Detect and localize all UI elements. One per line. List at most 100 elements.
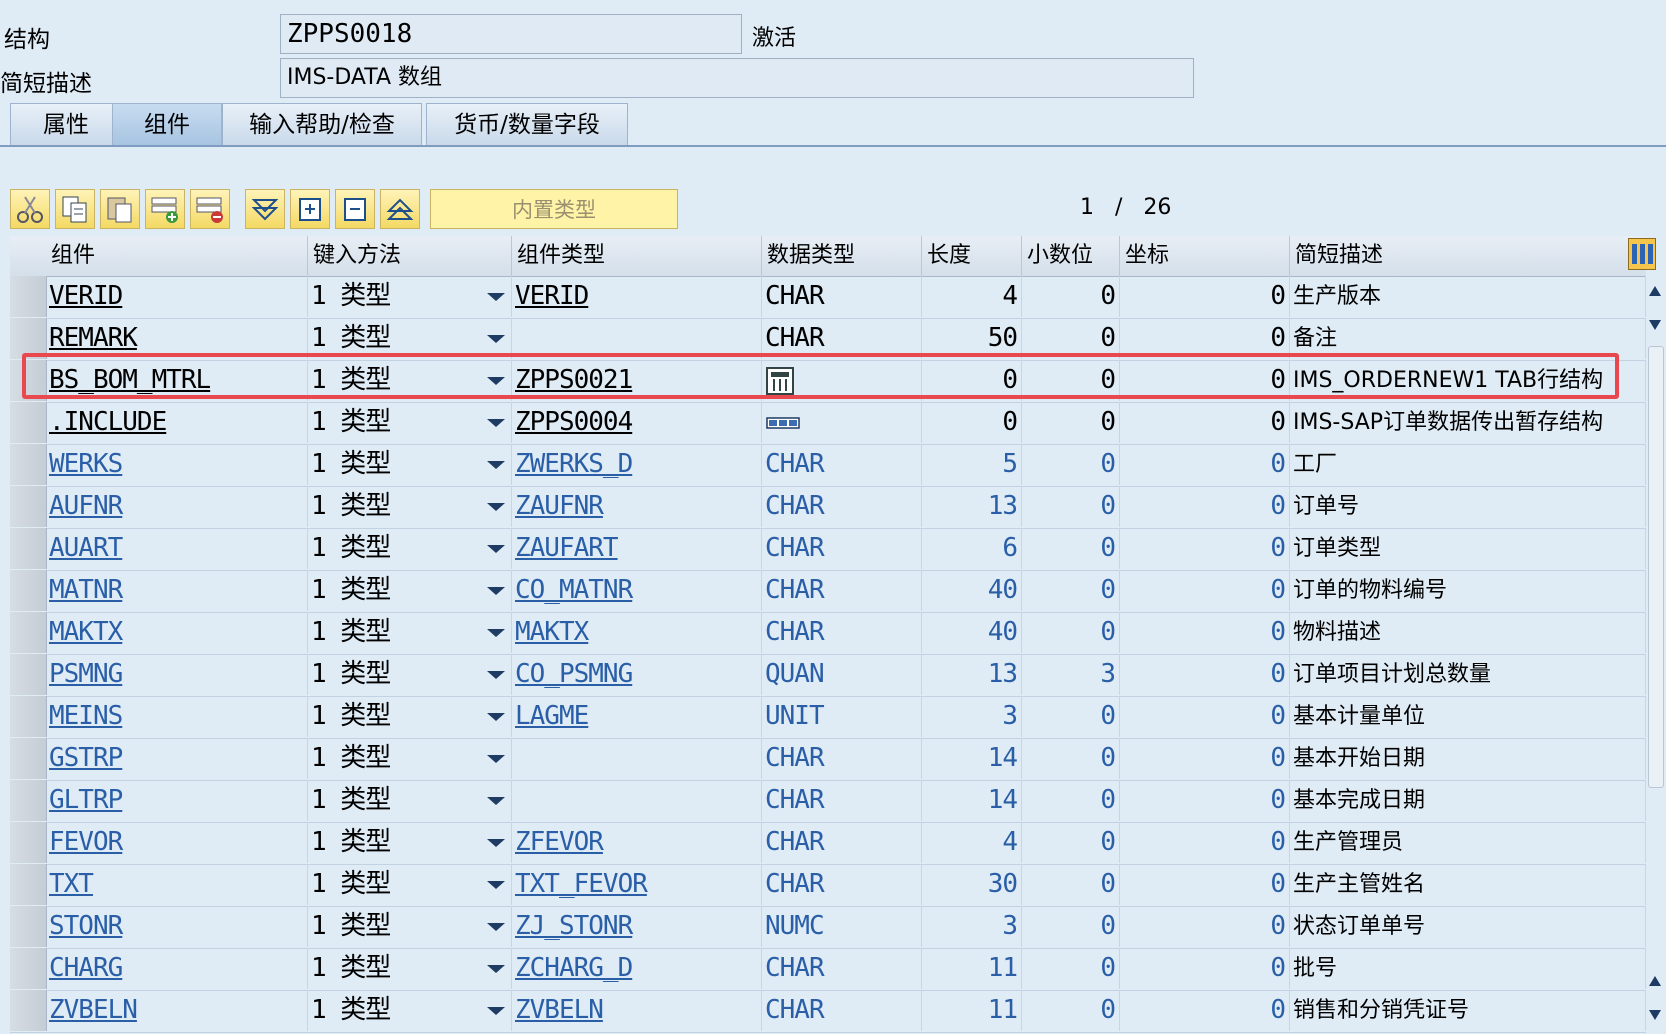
typing-method-dropdown[interactable]: 1 类型 xyxy=(308,822,512,863)
table-row[interactable]: ZVBELN 1 类型 ZVBELN CHAR 11 0 0 销售和分销凭证号 xyxy=(10,990,1646,1033)
typing-method-dropdown[interactable]: 1 类型 xyxy=(308,486,512,527)
chevron-down-icon[interactable] xyxy=(487,629,505,637)
component-type-cell[interactable]: ZVBELN xyxy=(512,990,762,1031)
cut-button[interactable] xyxy=(10,189,50,229)
chevron-down-icon[interactable] xyxy=(487,923,505,931)
chevron-down-icon[interactable] xyxy=(487,839,505,847)
table-row[interactable]: STONR 1 类型 ZJ_STONR NUMC 3 0 0 状态订单单号 xyxy=(10,906,1646,949)
component-type-cell[interactable]: VERID xyxy=(512,276,762,317)
decimals-cell[interactable]: 0 xyxy=(1022,990,1120,1031)
chevron-down-icon[interactable] xyxy=(487,755,505,763)
column-header-decimals[interactable]: 小数位 xyxy=(1022,236,1120,276)
chevron-down-icon[interactable] xyxy=(487,587,505,595)
tab-input-help[interactable]: 输入帮助/检查 xyxy=(222,103,422,145)
component-name-cell[interactable]: TXT xyxy=(46,864,308,905)
column-settings-icon[interactable] xyxy=(1628,238,1656,270)
table-row[interactable]: WERKS 1 类型 ZWERKS_D CHAR 5 0 0 工厂 xyxy=(10,444,1646,487)
table-row[interactable]: GLTRP 1 类型 CHAR 14 0 0 基本完成日期 xyxy=(10,780,1646,823)
component-name-cell[interactable]: PSMNG xyxy=(46,654,308,695)
tab-components[interactable]: 组件 xyxy=(112,103,222,145)
table-row[interactable]: MAKTX 1 类型 MAKTX CHAR 40 0 0 物料描述 xyxy=(10,612,1646,655)
component-name-cell[interactable]: AUFNR xyxy=(46,486,308,527)
component-type-cell[interactable]: TXT_FEVOR xyxy=(512,864,762,905)
decimals-cell[interactable]: 0 xyxy=(1022,696,1120,737)
scroll-page-up-icon[interactable] xyxy=(1649,976,1661,986)
length-cell[interactable]: 13 xyxy=(922,654,1022,695)
component-type-cell[interactable]: CO_MATNR xyxy=(512,570,762,611)
row-selector[interactable] xyxy=(10,528,47,569)
length-cell[interactable]: 11 xyxy=(922,948,1022,989)
component-name-cell[interactable]: CHARG xyxy=(46,948,308,989)
length-cell[interactable]: 30 xyxy=(922,864,1022,905)
typing-method-dropdown[interactable]: 1 类型 xyxy=(308,570,512,611)
decimals-cell[interactable]: 3 xyxy=(1022,654,1120,695)
chevron-down-icon[interactable] xyxy=(487,671,505,679)
chevron-down-icon[interactable] xyxy=(487,503,505,511)
row-selector[interactable] xyxy=(10,402,47,443)
column-header-coordinate[interactable]: 坐标 xyxy=(1120,236,1290,276)
component-name-cell[interactable]: STONR xyxy=(46,906,308,947)
length-cell[interactable]: 4 xyxy=(922,276,1022,317)
row-selector[interactable] xyxy=(10,822,47,863)
chevron-down-icon[interactable] xyxy=(487,965,505,973)
length-cell[interactable]: 3 xyxy=(922,696,1022,737)
typing-method-dropdown[interactable]: 1 类型 xyxy=(308,906,512,947)
row-selector[interactable] xyxy=(10,276,47,317)
component-type-cell[interactable] xyxy=(512,738,762,779)
scroll-down-icon[interactable] xyxy=(1649,320,1661,330)
row-selector[interactable] xyxy=(10,990,47,1031)
delete-row-button[interactable] xyxy=(190,189,230,229)
decimals-cell[interactable]: 0 xyxy=(1022,864,1120,905)
column-header-data-type[interactable]: 数据类型 xyxy=(762,236,922,276)
length-cell[interactable]: 4 xyxy=(922,822,1022,863)
decimals-cell[interactable]: 0 xyxy=(1022,738,1120,779)
length-cell[interactable]: 6 xyxy=(922,528,1022,569)
column-header-short-desc[interactable]: 简短描述 xyxy=(1290,236,1646,276)
component-type-cell[interactable] xyxy=(512,780,762,821)
row-selector[interactable] xyxy=(10,444,47,485)
table-row[interactable]: AUART 1 类型 ZAUFART CHAR 6 0 0 订单类型 xyxy=(10,528,1646,571)
typing-method-dropdown[interactable]: 1 类型 xyxy=(308,948,512,989)
chevron-down-icon[interactable] xyxy=(487,1007,505,1015)
typing-method-dropdown[interactable]: 1 类型 xyxy=(308,276,512,317)
decimals-cell[interactable]: 0 xyxy=(1022,822,1120,863)
length-cell[interactable]: 14 xyxy=(922,738,1022,779)
typing-method-dropdown[interactable]: 1 类型 xyxy=(308,612,512,653)
component-name-cell[interactable]: ZVBELN xyxy=(46,990,308,1031)
component-type-cell[interactable]: MAKTX xyxy=(512,612,762,653)
decimals-cell[interactable]: 0 xyxy=(1022,948,1120,989)
component-name-cell[interactable]: GLTRP xyxy=(46,780,308,821)
length-cell[interactable]: 5 xyxy=(922,444,1022,485)
vertical-scrollbar[interactable] xyxy=(1646,276,1664,1034)
component-name-cell[interactable]: FEVOR xyxy=(46,822,308,863)
collapse-button[interactable] xyxy=(335,189,375,229)
short-desc-field[interactable]: IMS-DATA 数组 xyxy=(280,58,1194,98)
chevron-down-icon[interactable] xyxy=(487,335,505,343)
row-selector[interactable] xyxy=(10,906,47,947)
length-cell[interactable]: 14 xyxy=(922,780,1022,821)
table-row[interactable]: TXT 1 类型 TXT_FEVOR CHAR 30 0 0 生产主管姓名 xyxy=(10,864,1646,907)
insert-row-button[interactable] xyxy=(145,189,185,229)
row-selector[interactable] xyxy=(10,696,47,737)
column-header-component-type[interactable]: 组件类型 xyxy=(512,236,762,276)
component-type-cell[interactable]: ZCHARG_D xyxy=(512,948,762,989)
row-selector[interactable] xyxy=(10,612,47,653)
scroll-page-down-icon[interactable] xyxy=(1649,1010,1661,1020)
table-row[interactable]: VERID 1 类型 VERID CHAR 4 0 0 生产版本 xyxy=(10,276,1646,319)
decimals-cell[interactable]: 0 xyxy=(1022,780,1120,821)
component-name-cell[interactable]: GSTRP xyxy=(46,738,308,779)
length-cell[interactable]: 0 xyxy=(922,402,1022,443)
decimals-cell[interactable]: 0 xyxy=(1022,906,1120,947)
row-selector[interactable] xyxy=(10,780,47,821)
typing-method-dropdown[interactable]: 1 类型 xyxy=(308,528,512,569)
component-name-cell[interactable]: MEINS xyxy=(46,696,308,737)
column-header-typing-method[interactable]: 键入方法 xyxy=(308,236,512,276)
component-type-cell[interactable]: ZAUFNR xyxy=(512,486,762,527)
component-type-cell[interactable]: ZAUFART xyxy=(512,528,762,569)
component-type-cell[interactable]: LAGME xyxy=(512,696,762,737)
decimals-cell[interactable]: 0 xyxy=(1022,444,1120,485)
decimals-cell[interactable]: 0 xyxy=(1022,402,1120,443)
decimals-cell[interactable]: 0 xyxy=(1022,276,1120,317)
table-row[interactable]: MATNR 1 类型 CO_MATNR CHAR 40 0 0 订单的物料编号 xyxy=(10,570,1646,613)
chevron-down-icon[interactable] xyxy=(487,419,505,427)
